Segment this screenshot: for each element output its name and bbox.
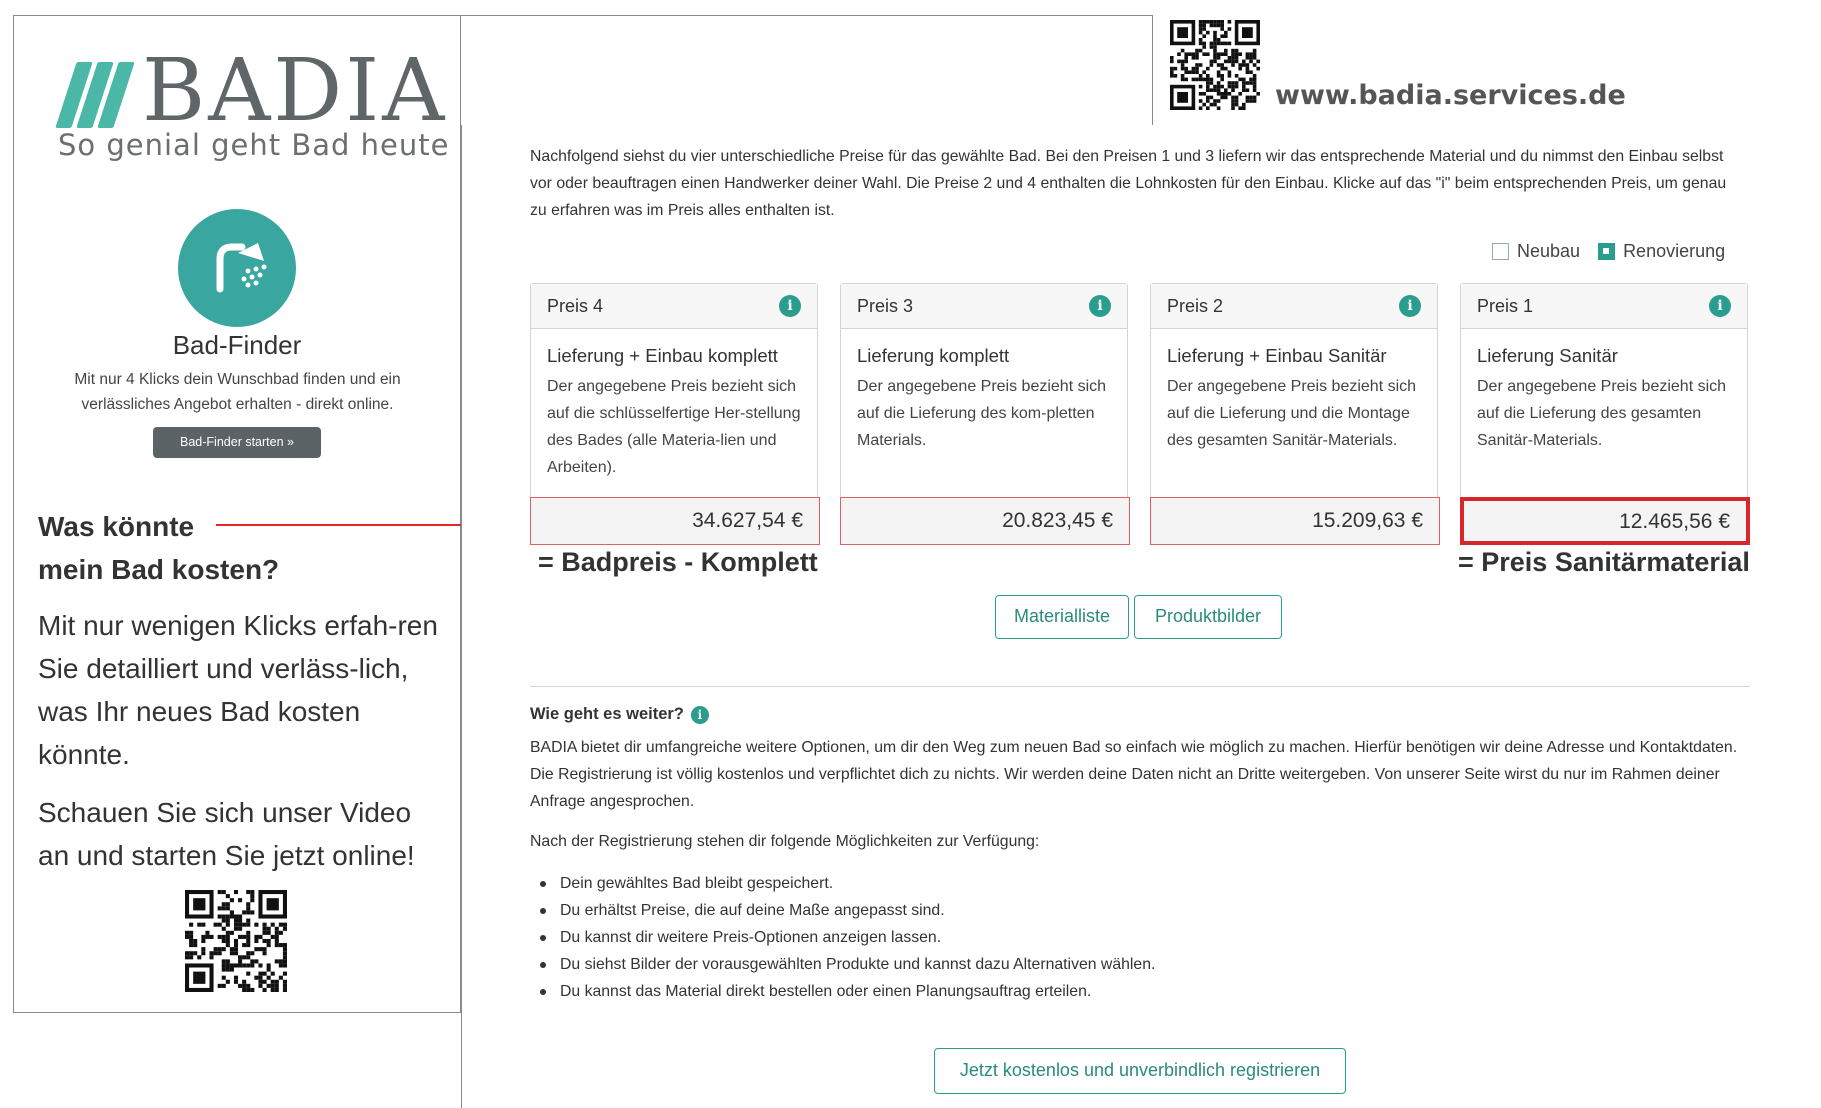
website-url: www.badia.services.de (1275, 80, 1626, 111)
divider (530, 686, 1750, 687)
card-title: Lieferung + Einbau komplett (547, 345, 778, 366)
price-value-2: 15.209,63 € (1150, 497, 1440, 545)
card-text: Der angegebene Preis bezieht sich auf di… (1167, 378, 1417, 449)
flyer-paragraph: Mit nur wenigen Klicks erfah-ren Sie det… (38, 610, 438, 770)
info-icon[interactable]: i (1089, 295, 1111, 317)
list-item: Du kannst das Material direkt bestellen … (530, 978, 1155, 1005)
card-body: Lieferung + Einbau Sanitär Der angegeben… (1151, 329, 1437, 454)
card-header: Preis 4 i (531, 284, 817, 329)
card-header-label: Preis 1 (1477, 295, 1534, 316)
logo-wordmark: BADIA (142, 41, 448, 141)
list-item: Du kannst dir weitere Preis-Optionen anz… (530, 924, 1155, 951)
materialliste-button[interactable]: Materialliste (995, 595, 1129, 639)
list-item: Du siehst Bilder der vorausgewählten Pro… (530, 951, 1155, 978)
annotation-badpreis-komplett: = Badpreis - Komplett (538, 547, 818, 577)
card-title: Lieferung komplett (857, 345, 1010, 366)
benefits-list: Dein gewähltes Bad bleibt gespeichert. D… (530, 870, 1155, 1005)
checkbox-renovierung[interactable] (1598, 243, 1616, 260)
bad-finder-title: Bad-Finder (172, 330, 302, 360)
logo-stripes-icon (55, 62, 135, 128)
card-title: Lieferung + Einbau Sanitär (1167, 345, 1387, 366)
card-text: Der angegebene Preis bezieht sich auf di… (547, 378, 801, 476)
flyer-paragraph: Schauen Sie sich unser Video an und star… (38, 797, 415, 871)
price-value-4: 34.627,54 € (530, 497, 820, 545)
next-steps-description: BADIA bietet dir umfangreiche weitere Op… (530, 739, 1738, 810)
price-card-3: Preis 3 i Lieferung komplett Der angegeb… (840, 283, 1128, 513)
bad-finder-description: Mit nur 4 Klicks dein Wunschbad finden u… (74, 371, 401, 413)
card-text: Der angegebene Preis bezieht sich auf di… (857, 378, 1107, 449)
price-cards: Preis 4 i Lieferung + Einbau komplett De… (530, 283, 1750, 513)
option-renovierung-label: Renovierung (1623, 241, 1726, 261)
info-icon[interactable]: i (1709, 295, 1731, 317)
checkbox-neubau[interactable] (1492, 243, 1509, 260)
card-header-label: Preis 4 (547, 295, 604, 316)
card-title: Lieferung Sanitär (1477, 345, 1618, 366)
list-item: Dein gewähltes Bad bleibt gespeichert. (530, 870, 1155, 897)
option-neubau-label: Neubau (1517, 241, 1581, 261)
price-value-1: 12.465,56 € (1460, 497, 1750, 545)
frame-line (1152, 15, 1153, 125)
card-header-label: Preis 2 (1167, 295, 1224, 316)
register-button[interactable]: Jetzt kostenlos und unverbindlich regist… (934, 1048, 1346, 1094)
info-icon[interactable]: i (1399, 295, 1421, 317)
intro-text: Nachfolgend siehst du vier unterschiedli… (530, 148, 1727, 219)
shower-icon (178, 209, 296, 327)
info-icon[interactable]: i (690, 705, 709, 724)
card-text: Der angegebene Preis bezieht sich auf di… (1477, 378, 1727, 449)
price-value-3: 20.823,45 € (840, 497, 1130, 545)
next-steps-subheading: Nach der Registrierung stehen dir folgen… (530, 833, 1040, 850)
frame-line (461, 15, 1152, 16)
flyer-question-line2: mein Bad kosten? (38, 554, 280, 585)
qr-code-icon (185, 890, 287, 992)
qr-code-icon (1170, 20, 1260, 110)
list-item: Du erhältst Preise, die auf deine Maße a… (530, 897, 1155, 924)
price-card-1: Preis 1 i Lieferung Sanitär Der angegebe… (1460, 283, 1748, 513)
annotation-preis-sanitaermaterial: = Preis Sanitärmaterial (1458, 547, 1750, 577)
card-body: Lieferung + Einbau komplett Der angegebe… (531, 329, 817, 481)
card-body: Lieferung komplett Der angegebene Preis … (841, 329, 1127, 454)
option-neubau[interactable]: Neubau (1492, 241, 1580, 262)
card-header: Preis 3 i (841, 284, 1127, 329)
next-steps-title: Wie geht es weiter? (530, 705, 684, 723)
price-card-4: Preis 4 i Lieferung + Einbau komplett De… (530, 283, 818, 513)
flyer-question-line1: Was könnte (38, 511, 195, 542)
card-header: Preis 2 i (1151, 284, 1437, 329)
info-icon[interactable]: i (779, 295, 801, 317)
produktbilder-button[interactable]: Produktbilder (1134, 595, 1282, 639)
price-card-2: Preis 2 i Lieferung + Einbau Sanitär Der… (1150, 283, 1438, 513)
bad-finder-start-button[interactable]: Bad-Finder starten » (153, 427, 321, 458)
next-steps-heading: Wie geht es weiter? i (530, 705, 709, 724)
building-type-toggle: Neubau Renovierung (1492, 241, 1743, 262)
card-header: Preis 1 i (1461, 284, 1747, 329)
option-renovierung[interactable]: Renovierung (1598, 241, 1725, 262)
flyer-question: Was könnte mein Bad kosten? (38, 505, 338, 591)
tagline: So genial geht Bad heute (58, 128, 450, 162)
price-result-page: Nachfolgend siehst du vier unterschiedli… (461, 125, 1821, 1108)
card-header-label: Preis 3 (857, 295, 914, 316)
card-body: Lieferung Sanitär Der angegebene Preis b… (1461, 329, 1747, 454)
